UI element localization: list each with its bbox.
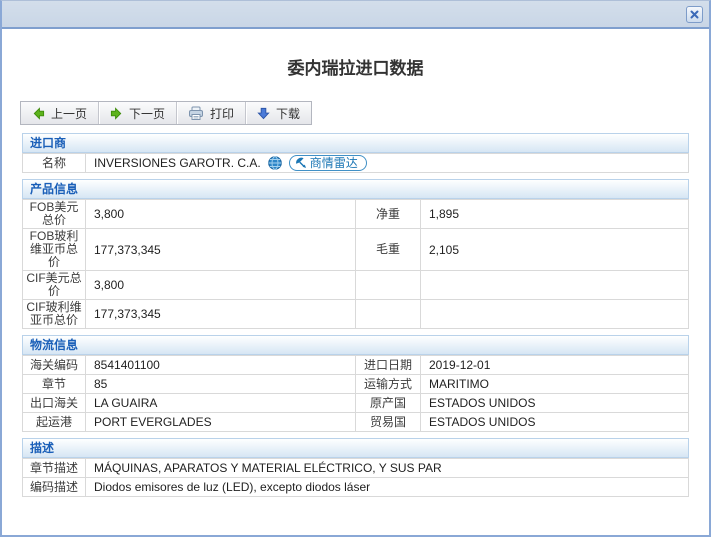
field-value: LA GUAIRA [85, 393, 356, 413]
field-label: 编码描述 [22, 477, 86, 497]
importer-table: 名称 INVERSIONES GAROTR. C.A. 商情雷达 [22, 153, 689, 173]
section-importer: 进口商 名称 INVERSIONES GAROTR. C.A. 商情雷达 [22, 133, 689, 173]
field-value [420, 299, 689, 329]
field-value: PORT EVERGLADES [85, 412, 356, 432]
section-header-importer: 进口商 [22, 133, 689, 153]
next-page-button[interactable]: 下一页 [99, 102, 176, 124]
print-button[interactable]: 打印 [177, 102, 245, 124]
page-title: 委内瑞拉进口数据 [287, 59, 424, 78]
field-label: FOB美元总价 [22, 199, 86, 229]
download-label: 下载 [276, 106, 301, 121]
section-logistics: 物流信息 海关编码 8541401100 进口日期 2019-12-01 章节 … [22, 335, 689, 432]
table-row: 名称 INVERSIONES GAROTR. C.A. 商情雷达 [22, 153, 689, 173]
section-description: 描述 章节描述 MÁQUINAS, APARATOS Y MATERIAL EL… [22, 438, 689, 497]
field-label: 章节描述 [22, 458, 86, 478]
toolbar: 上一页 下一页 打印 下载 [20, 101, 313, 125]
field-label: CIF玻利维亚币总价 [22, 299, 86, 329]
field-value: ESTADOS UNIDOS [420, 412, 689, 432]
dialog-window: 委内瑞拉进口数据 上一页 下一页 打印 下载 进口商 名称 INVERSIONE… [0, 0, 711, 537]
product-table: FOB美元总价 3,800 净重 1,895 FOB玻利维亚币总价 177,37… [22, 199, 689, 329]
printer-icon [188, 106, 204, 121]
importer-name-label: 名称 [22, 153, 86, 173]
field-value: ESTADOS UNIDOS [420, 393, 689, 413]
field-label [355, 270, 421, 300]
field-value: 2019-12-01 [420, 355, 689, 375]
field-value: 177,373,345 [85, 299, 356, 329]
radar-icon [295, 157, 307, 169]
field-label: 起运港 [22, 412, 86, 432]
field-label: 毛重 [355, 228, 421, 271]
detail-sections: 进口商 名称 INVERSIONES GAROTR. C.A. 商情雷达 产品信… [22, 133, 689, 497]
section-header-logistics: 物流信息 [22, 335, 689, 355]
download-button[interactable]: 下载 [246, 102, 311, 124]
field-label: CIF美元总价 [22, 270, 86, 300]
field-value: MÁQUINAS, APARATOS Y MATERIAL ELÉCTRICO,… [85, 458, 689, 478]
field-label: 贸易国 [355, 412, 421, 432]
close-button[interactable] [686, 6, 703, 23]
field-value [420, 270, 689, 300]
field-value: 2,105 [420, 228, 689, 271]
table-row: FOB美元总价 3,800 净重 1,895 [22, 199, 689, 229]
table-row: 章节描述 MÁQUINAS, APARATOS Y MATERIAL ELÉCT… [22, 458, 689, 478]
field-value: Diodos emisores de luz (LED), excepto di… [85, 477, 689, 497]
table-row: 起运港 PORT EVERGLADES 贸易国 ESTADOS UNIDOS [22, 412, 689, 432]
table-row: 章节 85 运输方式 MARITIMO [22, 374, 689, 394]
section-product: 产品信息 FOB美元总价 3,800 净重 1,895 FOB玻利维亚币总价 1… [22, 179, 689, 329]
field-value: 3,800 [85, 270, 356, 300]
field-label [355, 299, 421, 329]
field-label: 运输方式 [355, 374, 421, 394]
field-label: 原产国 [355, 393, 421, 413]
field-label: 海关编码 [22, 355, 86, 375]
radar-badge[interactable]: 商情雷达 [288, 155, 367, 171]
arrow-right-icon [110, 106, 123, 120]
field-value: 85 [85, 374, 356, 394]
dialog-titlebar [2, 1, 709, 29]
print-label: 打印 [210, 106, 235, 121]
field-label: FOB玻利维亚币总价 [22, 228, 86, 271]
table-row: FOB玻利维亚币总价 177,373,345 毛重 2,105 [22, 228, 689, 271]
arrow-down-icon [257, 107, 270, 120]
table-row: 海关编码 8541401100 进口日期 2019-12-01 [22, 355, 689, 375]
field-label: 进口日期 [355, 355, 421, 375]
field-label: 出口海关 [22, 393, 86, 413]
section-header-description: 描述 [22, 438, 689, 458]
arrow-left-icon [32, 106, 45, 120]
field-label: 净重 [355, 199, 421, 229]
field-value: MARITIMO [420, 374, 689, 394]
table-row: CIF美元总价 3,800 [22, 270, 689, 300]
prev-page-label: 上一页 [51, 106, 88, 121]
field-value: 177,373,345 [85, 228, 356, 271]
field-label: 章节 [22, 374, 86, 394]
description-table: 章节描述 MÁQUINAS, APARATOS Y MATERIAL ELÉCT… [22, 458, 689, 497]
close-icon [690, 10, 699, 19]
logistics-table: 海关编码 8541401100 进口日期 2019-12-01 章节 85 运输… [22, 355, 689, 432]
next-page-label: 下一页 [129, 106, 166, 121]
table-row: CIF玻利维亚币总价 177,373,345 [22, 299, 689, 329]
field-value: 8541401100 [85, 355, 356, 375]
field-value: 1,895 [420, 199, 689, 229]
radar-badge-label: 商情雷达 [309, 155, 358, 170]
globe-icon[interactable] [267, 156, 282, 170]
importer-name-value: INVERSIONES GAROTR. C.A. [94, 156, 261, 170]
table-row: 编码描述 Diodos emisores de luz (LED), excep… [22, 477, 689, 497]
section-header-product: 产品信息 [22, 179, 689, 199]
table-row: 出口海关 LA GUAIRA 原产国 ESTADOS UNIDOS [22, 393, 689, 413]
prev-page-button[interactable]: 上一页 [21, 102, 98, 124]
field-value: 3,800 [85, 199, 356, 229]
